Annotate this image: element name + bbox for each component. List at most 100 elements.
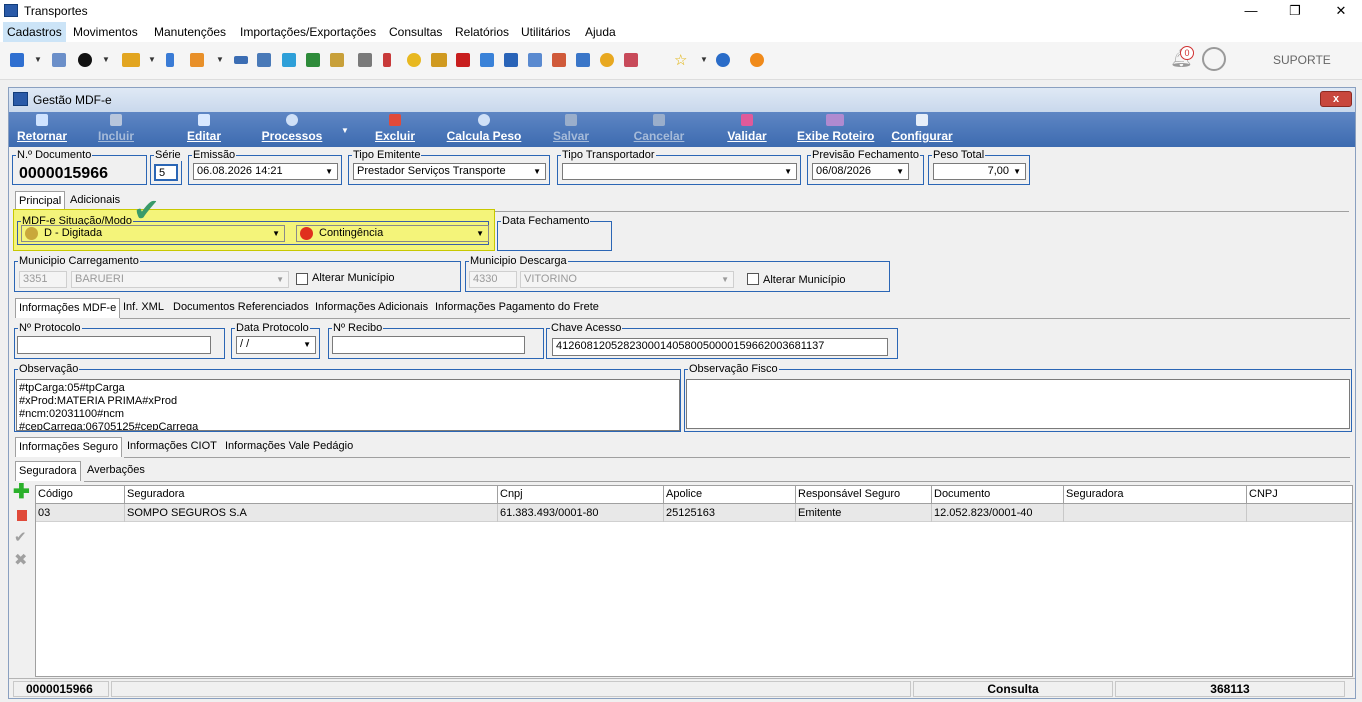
menu-manutencoes[interactable]: Manutenções — [150, 22, 230, 42]
dropdown-arrow-icon[interactable]: ▼ — [216, 55, 224, 64]
protocolo-input[interactable] — [17, 336, 211, 354]
carregamento-nome-select[interactable]: BARUERI ▼ — [71, 271, 289, 288]
dropdown-arrow-icon[interactable]: ▼ — [148, 55, 156, 64]
calculator-icon[interactable] — [528, 53, 542, 67]
menu-cadastros[interactable]: Cadastros — [3, 22, 66, 42]
tab-informacoes-pagamento[interactable]: Informações Pagamento do Frete — [432, 298, 602, 318]
menu-utilitarios[interactable]: Utilitários — [517, 22, 574, 42]
report-icon[interactable] — [624, 53, 638, 67]
menu-movimentos[interactable]: Movimentos — [69, 22, 142, 42]
printer-icon[interactable] — [358, 53, 372, 67]
phone-icon[interactable] — [166, 53, 174, 67]
column-header[interactable]: Seguradora — [1064, 486, 1247, 504]
dropdown-arrow-icon[interactable]: ▼ — [700, 55, 708, 64]
alterar-municipio-checkbox[interactable] — [747, 273, 759, 285]
tab-averbacoes[interactable]: Averbações — [84, 461, 148, 481]
table-icon[interactable] — [504, 53, 518, 67]
people-icon[interactable] — [52, 53, 66, 67]
incluir-button[interactable]: Incluir — [95, 114, 137, 145]
column-header[interactable]: Responsável Seguro — [796, 486, 932, 504]
tab-informacoes-adicionais[interactable]: Informações Adicionais — [312, 298, 431, 318]
menu-importacoes[interactable]: Importações/Exportações — [236, 22, 380, 42]
confirm-row-icon[interactable]: ✔ — [14, 528, 27, 546]
processos-button[interactable]: Processos — [261, 114, 323, 145]
tire-icon[interactable] — [78, 53, 92, 67]
column-header[interactable]: Apolice — [664, 486, 796, 504]
tab-principal[interactable]: Principal — [15, 191, 66, 211]
serie-input[interactable]: 5 — [154, 164, 178, 181]
dropdown-arrow-icon[interactable]: ▼ — [34, 55, 42, 64]
editar-button[interactable]: Editar — [185, 114, 223, 145]
menu-ajuda[interactable]: Ajuda — [581, 22, 620, 42]
add-row-icon[interactable]: ✚ — [13, 482, 30, 502]
truck-icon[interactable] — [431, 53, 447, 67]
validar-button[interactable]: Validar — [725, 114, 769, 145]
gas-pump-icon[interactable] — [383, 53, 391, 67]
peso-total-field[interactable]: 7,00 ▼ — [933, 163, 1026, 180]
tab-inf-xml[interactable]: Inf. XML — [120, 298, 167, 318]
previsao-field[interactable]: 06/08/2026 ▼ — [812, 163, 909, 180]
bus-icon[interactable] — [122, 53, 140, 67]
info-icon[interactable] — [716, 53, 730, 67]
tab-informacoes-mdfe[interactable]: Informações MDF-e — [15, 298, 121, 318]
tab-documentos-referenciados[interactable]: Documentos Referenciados — [170, 298, 312, 318]
configurar-button[interactable]: Configurar — [891, 114, 953, 145]
observacao-memo[interactable]: #tpCarga:05#tpCarga #xProd:MATERIA PRIMA… — [16, 379, 680, 431]
tipo-transportador-select[interactable]: ▼ — [562, 163, 797, 180]
column-header[interactable]: Cnpj — [498, 486, 664, 504]
pin-icon[interactable] — [456, 53, 470, 67]
retornar-button[interactable]: Retornar — [15, 114, 69, 145]
observacao-fisco-memo[interactable] — [686, 379, 1350, 429]
tipo-emitente-select[interactable]: Prestador Serviços Transporte ▼ — [353, 163, 546, 180]
chart-icon[interactable] — [190, 53, 204, 67]
alterar-municipio-checkbox[interactable] — [296, 273, 308, 285]
document-icon[interactable] — [257, 53, 271, 67]
forklift-icon[interactable] — [306, 53, 320, 67]
close-window-button[interactable]: ✕ — [1326, 2, 1356, 20]
descarga-nome-select[interactable]: VITORINO ▼ — [520, 271, 734, 288]
handshake-icon[interactable] — [282, 53, 296, 67]
save-disk-icon[interactable] — [10, 53, 24, 67]
tab-informacoes-vale-pedagio[interactable]: Informações Vale Pedágio — [222, 437, 356, 457]
calendar-icon[interactable] — [552, 53, 566, 67]
chave-acesso-input[interactable]: 4126081205282300014058005000015966200368… — [552, 338, 888, 356]
list-icon[interactable] — [234, 56, 248, 64]
column-header[interactable]: Seguradora — [125, 486, 498, 504]
data-protocolo-field[interactable]: / / ▼ — [236, 336, 316, 354]
column-header[interactable]: Código — [36, 486, 125, 504]
processos-dropdown-icon[interactable]: ▼ — [341, 126, 349, 135]
arrow-icon[interactable] — [480, 53, 494, 67]
close-child-button[interactable]: x — [1320, 91, 1352, 107]
tab-seguradora[interactable]: Seguradora — [15, 461, 81, 481]
column-header[interactable]: Documento — [932, 486, 1064, 504]
grid-icon[interactable] — [576, 53, 590, 67]
recibo-input[interactable] — [332, 336, 525, 354]
salvar-button[interactable]: Salvar — [551, 114, 591, 145]
calcula-peso-button[interactable]: Calcula Peso — [446, 114, 522, 145]
delete-row-icon[interactable] — [17, 510, 27, 521]
power-icon[interactable] — [750, 53, 764, 67]
table-row[interactable]: 03 SOMPO SEGUROS S.A 61.383.493/0001-80 … — [36, 504, 1352, 522]
favorites-star-icon[interactable]: ☆ — [674, 51, 687, 69]
tools-icon[interactable] — [330, 53, 344, 67]
tab-adicionais[interactable]: Adicionais — [67, 191, 123, 211]
user-avatar-icon[interactable] — [1202, 47, 1226, 71]
maximize-button[interactable]: ❐ — [1280, 2, 1310, 20]
minimize-button[interactable]: — — [1236, 2, 1266, 20]
cancel-row-icon[interactable]: ✖ — [14, 550, 27, 570]
menu-consultas[interactable]: Consultas — [385, 22, 446, 42]
dropdown-arrow-icon[interactable]: ▼ — [102, 55, 110, 64]
cancelar-button[interactable]: Cancelar — [631, 114, 687, 145]
menu-relatorios[interactable]: Relatórios — [451, 22, 513, 42]
modo-select[interactable]: Contingência ▼ — [296, 225, 489, 242]
column-header[interactable]: CNPJ — [1247, 486, 1352, 504]
emissao-field[interactable]: 06.08.2026 14:21 ▼ — [193, 163, 338, 180]
exibe-roteiro-button[interactable]: Exibe Roteiro — [797, 114, 874, 145]
clock-icon[interactable] — [407, 53, 421, 67]
tab-informacoes-ciot[interactable]: Informações CIOT — [124, 437, 220, 457]
descarga-codigo-field[interactable]: 4330 — [469, 271, 517, 288]
lock-icon[interactable] — [600, 53, 614, 67]
carregamento-codigo-field[interactable]: 3351 — [19, 271, 67, 288]
excluir-button[interactable]: Excluir — [374, 114, 416, 145]
tab-informacoes-seguro[interactable]: Informações Seguro — [15, 437, 123, 457]
